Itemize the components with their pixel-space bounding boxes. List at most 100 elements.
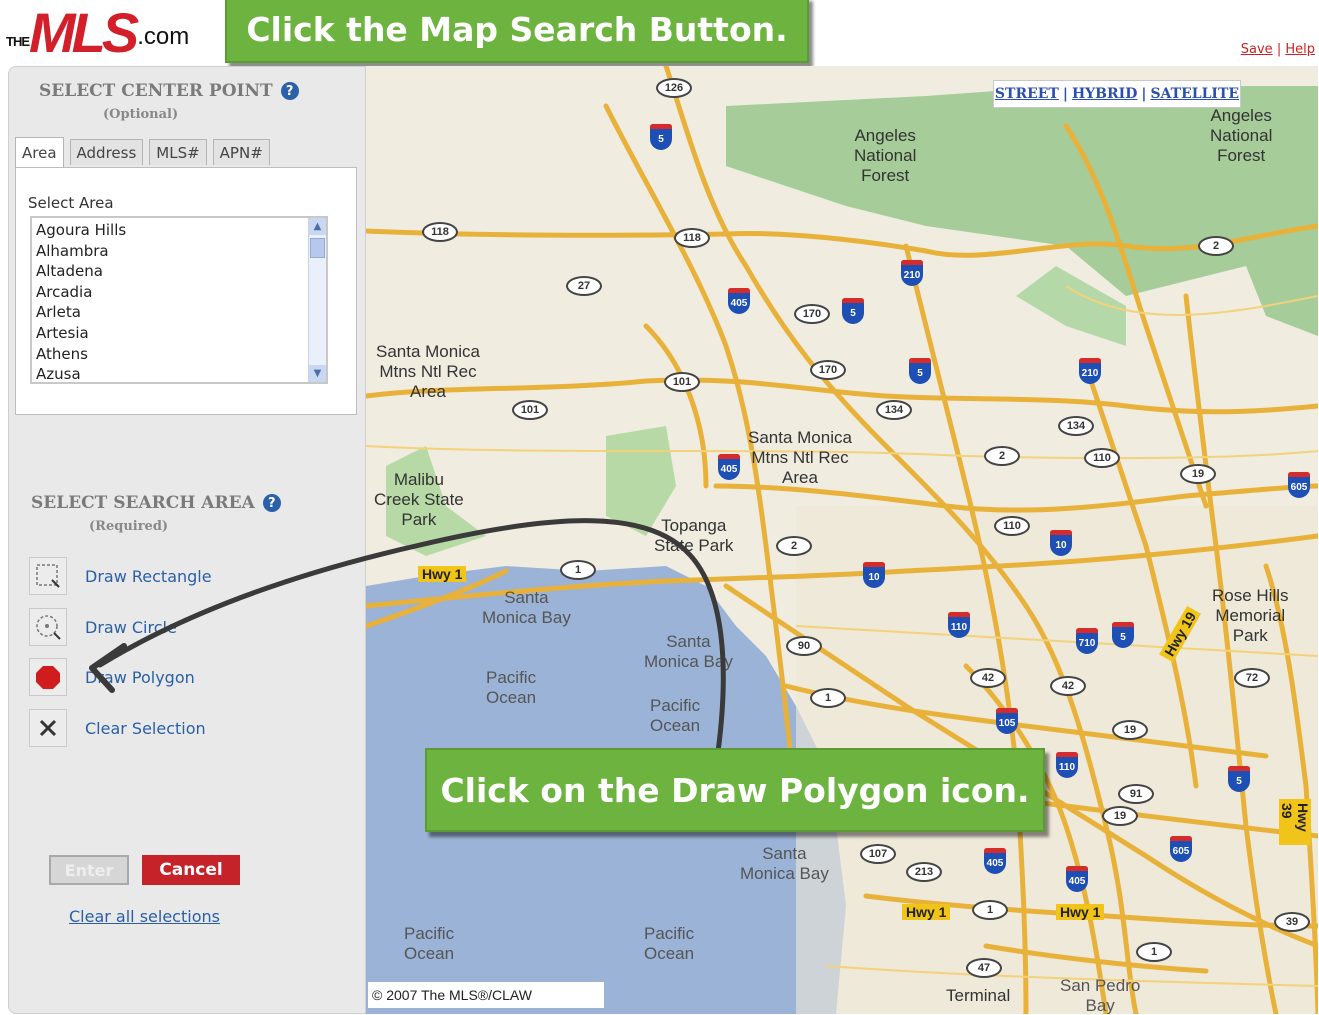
- interstate-shield-icon: 405: [718, 454, 740, 480]
- route-marker-icon: 134: [876, 400, 912, 420]
- interstate-shield-icon: 5: [1112, 622, 1134, 648]
- tab-mls[interactable]: MLS#: [149, 139, 207, 165]
- route-marker-icon: 47: [966, 958, 1002, 978]
- route-marker-icon: 101: [664, 372, 700, 392]
- list-item[interactable]: Azusa: [36, 364, 322, 385]
- map-label-forest: Angeles National Forest: [854, 126, 917, 185]
- interstate-shield-icon: 5: [909, 358, 931, 384]
- mls-map-search-page: THE MLS .com Click the Map Search Button…: [0, 0, 1319, 1015]
- top-instruction-banner: Click the Map Search Button.: [225, 0, 809, 63]
- list-item[interactable]: Alhambra: [36, 241, 322, 262]
- route-marker-icon: 2: [1198, 236, 1234, 256]
- center-point-heading: SELECT CENTER POINT ?: [39, 81, 299, 101]
- enter-button[interactable]: Enter: [49, 855, 129, 885]
- mls-logo: THE MLS .com: [6, 5, 189, 61]
- route-marker-icon: 2: [984, 446, 1020, 466]
- cancel-button[interactable]: Cancel: [142, 855, 240, 885]
- map-label-smm: Santa Monica Mtns Ntl Rec Area: [376, 342, 480, 401]
- hwy-label: Hwy 1: [418, 566, 467, 582]
- route-marker-icon: 118: [674, 228, 710, 248]
- scroll-thumb[interactable]: [310, 238, 325, 258]
- list-item[interactable]: Arleta: [36, 302, 322, 323]
- hwy-label: Hwy 1: [1056, 904, 1105, 920]
- area-list: Agoura Hills Alhambra Altadena Arcadia A…: [32, 218, 326, 387]
- route-marker-icon: 118: [422, 222, 458, 242]
- tab-address[interactable]: Address: [69, 139, 144, 165]
- draw-polygon-tool[interactable]: Draw Polygon: [29, 658, 195, 696]
- map-type-hybrid-link[interactable]: HYBRID: [1072, 86, 1137, 102]
- interstate-shield-icon: 105: [996, 708, 1018, 734]
- map-label-forest: Angeles National Forest: [1210, 106, 1273, 165]
- map-label-terminal: Terminal: [946, 986, 1011, 1005]
- route-marker-icon: 91: [1118, 784, 1154, 804]
- area-tab-panel: Select Area Agoura Hills Alhambra Altade…: [15, 167, 357, 415]
- hwy-label: Hwy 1: [902, 904, 951, 920]
- rectangle-icon[interactable]: [29, 557, 67, 595]
- route-marker-icon: 1: [810, 688, 846, 708]
- interstate-shield-icon: 5: [1228, 766, 1250, 792]
- draw-polygon-label[interactable]: Draw Polygon: [85, 668, 195, 687]
- area-list-scrollbar[interactable]: ▲ ▼: [308, 218, 326, 382]
- draw-circle-label[interactable]: Draw Circle: [85, 618, 177, 637]
- list-item[interactable]: Artesia: [36, 323, 322, 344]
- tab-apn[interactable]: APN#: [212, 139, 270, 165]
- center-point-title: SELECT CENTER POINT: [39, 81, 273, 101]
- map-label-malibu: Malibu Creek State Park: [374, 470, 464, 529]
- route-marker-icon: 72: [1234, 668, 1270, 688]
- map-label-ocean: Pacific Ocean: [486, 668, 537, 707]
- help-question-icon[interactable]: ?: [280, 82, 299, 100]
- route-marker-icon: 170: [810, 360, 846, 380]
- route-marker-icon: 134: [1058, 416, 1094, 436]
- map-type-satellite-link[interactable]: SATELLITE: [1150, 86, 1239, 102]
- map-label-smm: Santa Monica Mtns Ntl Rec Area: [748, 428, 852, 487]
- list-item[interactable]: Agoura Hills: [36, 220, 322, 241]
- interstate-shield-icon: 110: [948, 612, 970, 638]
- tab-area[interactable]: Area: [15, 137, 64, 167]
- interstate-shield-icon: 110: [1056, 752, 1078, 778]
- interstate-shield-icon: 405: [1066, 866, 1088, 892]
- map-label-bay: Santa Monica Bay: [644, 632, 733, 671]
- interstate-shield-icon: 10: [1050, 530, 1072, 556]
- interstate-shield-icon: 710: [1076, 628, 1098, 654]
- map-view[interactable]: STREET | HYBRID | SATELLITE Angeles Nation…: [366, 66, 1318, 1014]
- route-marker-icon: 1: [560, 560, 596, 580]
- circle-icon[interactable]: [29, 608, 67, 646]
- clear-selection-tool[interactable]: Clear Selection: [29, 709, 206, 747]
- center-point-subtitle: (Optional): [103, 107, 179, 122]
- polygon-icon[interactable]: [29, 658, 67, 696]
- logo-the: THE: [6, 34, 30, 49]
- route-marker-icon: 19: [1102, 806, 1138, 826]
- map-label-ocean: Pacific Ocean: [650, 696, 701, 735]
- route-marker-icon: 19: [1180, 464, 1216, 484]
- scroll-down-icon[interactable]: ▼: [309, 365, 326, 382]
- route-marker-icon: 2: [776, 536, 812, 556]
- route-marker-icon: 39: [1274, 912, 1310, 932]
- route-marker-icon: 27: [566, 276, 602, 296]
- clear-icon[interactable]: [29, 709, 67, 747]
- draw-rectangle-label[interactable]: Draw Rectangle: [85, 567, 212, 586]
- route-marker-icon: 90: [786, 636, 822, 656]
- list-item[interactable]: Altadena: [36, 261, 322, 282]
- clear-selection-label[interactable]: Clear Selection: [85, 719, 206, 738]
- center-point-tabs: Area Address MLS# APN#: [15, 137, 270, 167]
- help-link[interactable]: Help: [1285, 42, 1315, 57]
- map-copyright: © 2007 The MLS®/CLAW: [368, 982, 604, 1008]
- draw-circle-tool[interactable]: Draw Circle: [29, 608, 177, 646]
- select-area-label: Select Area: [28, 194, 114, 212]
- hwy-label: Hwy 39: [1279, 799, 1311, 845]
- list-item[interactable]: Athens: [36, 344, 322, 365]
- save-link[interactable]: Save: [1241, 42, 1273, 57]
- map-label-topanga: Topanga State Park: [654, 516, 734, 555]
- draw-rectangle-tool[interactable]: Draw Rectangle: [29, 557, 212, 595]
- list-item[interactable]: Arcadia: [36, 282, 322, 303]
- interstate-shield-icon: 605: [1170, 836, 1192, 862]
- route-marker-icon: 107: [860, 844, 896, 864]
- help-question-icon[interactable]: ?: [262, 494, 281, 512]
- clear-all-selections-link[interactable]: Clear all selections: [69, 907, 220, 926]
- scroll-up-icon[interactable]: ▲: [309, 218, 326, 235]
- interstate-shield-icon: 210: [901, 260, 923, 286]
- area-listbox[interactable]: Agoura Hills Alhambra Altadena Arcadia A…: [30, 216, 328, 384]
- map-type-street-link[interactable]: STREET: [995, 86, 1059, 102]
- link-separator: |: [1276, 42, 1282, 57]
- interstate-shield-icon: 10: [863, 562, 885, 588]
